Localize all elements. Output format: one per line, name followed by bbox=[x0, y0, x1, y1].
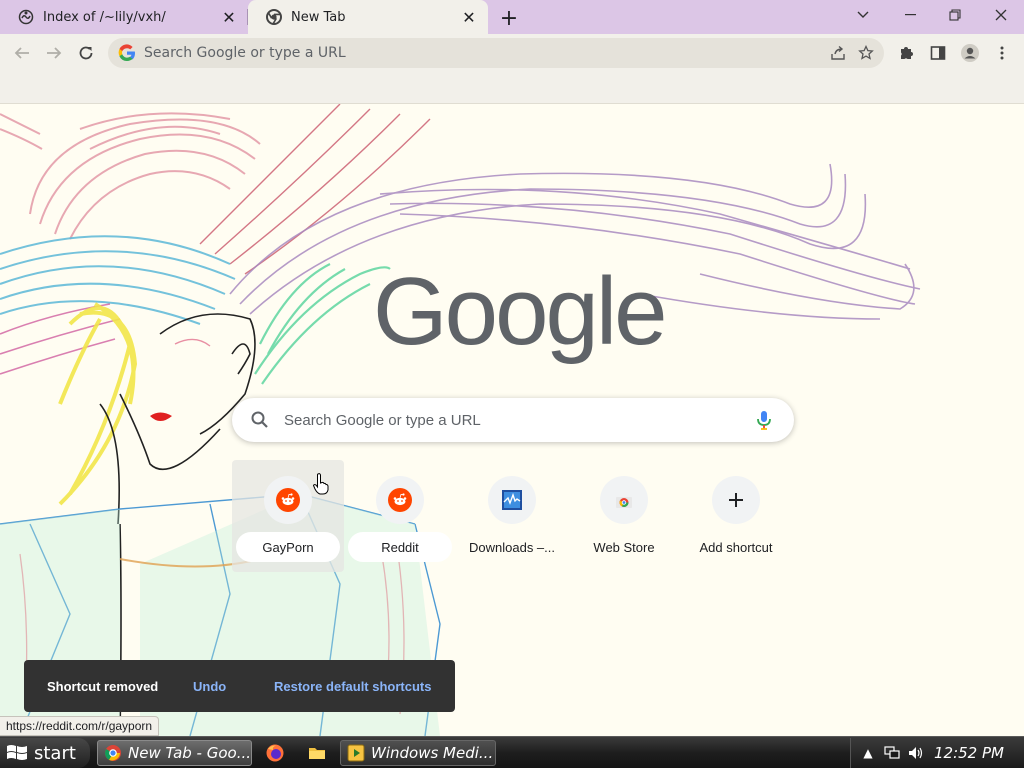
tab-new-tab[interactable]: New Tab ✕ bbox=[248, 0, 488, 34]
side-panel-icon[interactable] bbox=[925, 40, 951, 66]
close-window-button[interactable] bbox=[979, 0, 1023, 30]
taskbar-item-chrome[interactable]: New Tab - Goo... bbox=[97, 740, 252, 766]
close-tab-icon[interactable]: ✕ bbox=[220, 8, 238, 27]
reddit-icon bbox=[388, 488, 412, 512]
extensions-puzzle-icon[interactable] bbox=[893, 40, 919, 66]
shortcut-icon-circle bbox=[264, 476, 312, 524]
search-icon bbox=[251, 411, 268, 428]
bookmarks-bar bbox=[0, 72, 1024, 104]
taskbar: start New Tab - Goo... Windows Medi... ▲ bbox=[0, 736, 1024, 768]
shortcut-label: Reddit bbox=[348, 532, 452, 562]
ntp-search-box[interactable]: Search Google or type a URL bbox=[232, 398, 794, 442]
close-tab-icon[interactable]: ✕ bbox=[460, 8, 478, 27]
taskbar-item-windows-media[interactable]: Windows Medi... bbox=[340, 740, 496, 766]
shortcut-icon-circle bbox=[376, 476, 424, 524]
profile-avatar-icon[interactable] bbox=[957, 40, 983, 66]
shortcut-removed-toast: Shortcut removed Undo Restore default sh… bbox=[24, 660, 455, 712]
bookmark-star-icon[interactable] bbox=[852, 39, 880, 67]
network-icon[interactable] bbox=[883, 744, 901, 762]
shortcut-label: Add shortcut bbox=[699, 539, 773, 555]
tab-title: Index of /~lily/vxh/ bbox=[43, 9, 166, 25]
tab-title: New Tab bbox=[291, 9, 346, 25]
shortcut-icon-circle bbox=[712, 476, 760, 524]
back-button[interactable] bbox=[9, 40, 35, 66]
new-tab-page: Google Search Google or type a URL GayPo… bbox=[0, 104, 1024, 736]
chrome-icon bbox=[266, 9, 282, 25]
microphone-icon[interactable] bbox=[752, 408, 776, 432]
chrome-menu-icon[interactable] bbox=[989, 40, 1015, 66]
hand-cursor-icon bbox=[312, 473, 329, 495]
forward-button[interactable] bbox=[41, 40, 67, 66]
downloads-site-icon bbox=[502, 490, 522, 510]
shortcut-icon-circle bbox=[600, 476, 648, 524]
toolbar: Search Google or type a URL bbox=[0, 34, 1024, 72]
shortcut-tile[interactable]: Web Store bbox=[568, 460, 680, 572]
shortcut-icon-circle bbox=[488, 476, 536, 524]
taskbar-item-label: New Tab - Goo... bbox=[128, 744, 252, 762]
tray-expand-icon[interactable]: ▲ bbox=[859, 744, 877, 762]
firefox-icon[interactable] bbox=[265, 743, 285, 763]
start-button[interactable]: start bbox=[0, 738, 90, 768]
omnibox[interactable]: Search Google or type a URL bbox=[108, 38, 884, 68]
omnibox-placeholder: Search Google or type a URL bbox=[144, 45, 346, 61]
volume-icon[interactable] bbox=[907, 744, 925, 762]
google-g-icon bbox=[118, 44, 135, 62]
reddit-icon bbox=[276, 488, 300, 512]
restore-button[interactable] bbox=[933, 0, 977, 30]
start-label: start bbox=[34, 742, 76, 764]
undo-button[interactable]: Undo bbox=[193, 679, 274, 694]
google-logo: Google bbox=[373, 258, 668, 365]
taskbar-item-label: Windows Medi... bbox=[371, 744, 494, 762]
shortcut-tile[interactable]: Reddit bbox=[344, 460, 456, 572]
shortcut-label: GayPorn bbox=[236, 532, 340, 562]
toast-message: Shortcut removed bbox=[47, 678, 159, 694]
chrome-web-store-icon bbox=[616, 497, 632, 508]
shortcut-tile[interactable]: Downloads –... bbox=[456, 460, 568, 572]
add-shortcut-tile[interactable]: Add shortcut bbox=[680, 460, 792, 572]
media-player-icon bbox=[347, 744, 365, 762]
folder-icon[interactable] bbox=[307, 743, 327, 763]
tilde-club-icon bbox=[18, 9, 34, 25]
restore-default-shortcuts-button[interactable]: Restore default shortcuts bbox=[274, 679, 431, 694]
windows-logo-icon bbox=[7, 745, 27, 760]
new-tab-button[interactable]: + bbox=[497, 6, 521, 31]
tab-index-of-lily[interactable]: Index of /~lily/vxh/ ✕ bbox=[0, 0, 248, 34]
plus-icon bbox=[729, 493, 743, 507]
reload-button[interactable] bbox=[73, 40, 99, 66]
clock: 12:52 PM bbox=[934, 744, 1004, 762]
tab-search-chevron-icon[interactable] bbox=[841, 0, 885, 30]
chrome-icon bbox=[105, 745, 121, 761]
lips-shape bbox=[150, 412, 172, 421]
minimize-button[interactable] bbox=[888, 0, 932, 30]
shortcut-label: Downloads –... bbox=[469, 539, 555, 555]
link-status-bubble: https://reddit.com/r/gayporn bbox=[0, 716, 160, 736]
tab-strip: Index of /~lily/vxh/ ✕ New Tab ✕ + bbox=[0, 0, 1024, 34]
shortcut-label: Web Store bbox=[593, 539, 655, 555]
share-icon[interactable] bbox=[824, 39, 852, 67]
search-placeholder: Search Google or type a URL bbox=[284, 411, 481, 429]
